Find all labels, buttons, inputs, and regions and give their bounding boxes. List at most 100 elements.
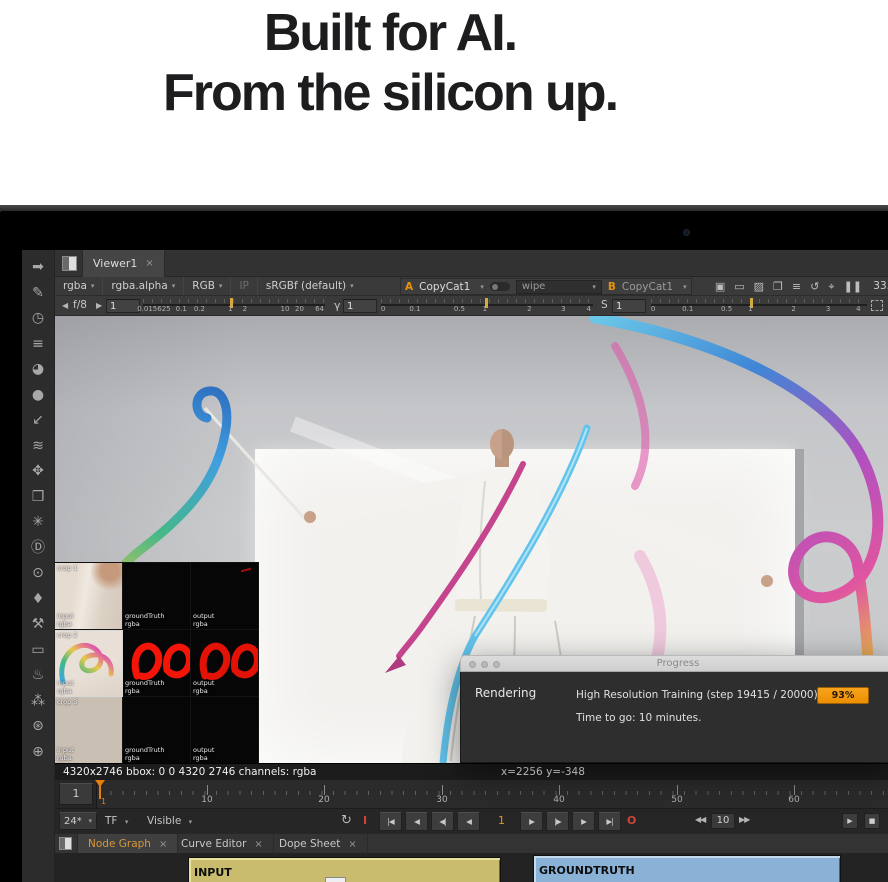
bottom-tabbar: Node Graph × Curve Editor × Dope Sheet ×: [55, 833, 888, 853]
cell-label: outputrgba: [193, 679, 214, 695]
wipe-mode-dropdown[interactable]: wipe ▾: [516, 280, 602, 294]
format-center-icon[interactable]: ▭: [734, 280, 744, 293]
deep-menu-icon[interactable]: Ⓓ: [30, 540, 47, 556]
display-window-icon[interactable]: ▣: [715, 280, 725, 293]
progress-eta-text: Time to go: 10 minutes.: [576, 712, 701, 724]
node-dot[interactable]: [325, 877, 346, 882]
other-menu-icon[interactable]: ▭: [30, 642, 47, 658]
alpha-channel-dropdown[interactable]: rgba.alpha ▾: [103, 277, 183, 295]
display-channel-dropdown[interactable]: RGB ▾: [184, 277, 230, 295]
tab-close-icon[interactable]: ×: [159, 839, 167, 850]
crop-row-3: crop 3 inputrgba groundTruthrgba outputr…: [55, 697, 259, 763]
progress-titlebar[interactable]: Progress: [460, 655, 888, 672]
saturation-label: S: [601, 299, 608, 311]
prev-keyframe-button[interactable]: ◀: [405, 812, 428, 831]
layer-list-icon[interactable]: ≡: [792, 280, 801, 293]
webcam-dot: [683, 229, 690, 236]
gamma-input[interactable]: 1: [343, 299, 377, 313]
go-end-button[interactable]: ▶|: [598, 812, 621, 831]
play-backward-button[interactable]: ◀: [457, 812, 480, 831]
cell-label: inputrgba: [57, 612, 74, 628]
tab-viewer1[interactable]: Viewer1 ×: [82, 250, 165, 277]
zoom-region-icon[interactable]: [871, 300, 883, 311]
sparkles-menu-icon[interactable]: ⁂: [30, 693, 47, 709]
wipe-toggle[interactable]: [490, 282, 510, 291]
tab-close-icon[interactable]: ×: [254, 839, 262, 850]
image-menu-icon[interactable]: ➡: [30, 259, 47, 275]
gain-next-button[interactable]: ▶: [96, 301, 102, 310]
play-forward-button[interactable]: ▶: [520, 812, 543, 831]
metadata-menu-icon[interactable]: ♦: [30, 591, 47, 607]
b-input-dropdown[interactable]: CopyCat1: [622, 281, 673, 293]
timeline-ruler[interactable]: 10 20 30 40 50 60 1: [96, 780, 888, 808]
out-point-button[interactable]: O: [627, 814, 636, 827]
framerate-value: 24*: [64, 816, 82, 827]
flame-menu-icon[interactable]: ♨: [30, 667, 47, 683]
node-groundtruth[interactable]: GROUNDTRUTH: [533, 855, 841, 882]
settings-menu-icon[interactable]: ⊕: [30, 744, 47, 760]
proxy-mode-icon[interactable]: ▨: [754, 280, 764, 293]
gamma-tick: 1: [483, 305, 487, 313]
gain-compare-icon[interactable]: ❐: [773, 280, 783, 293]
frame-increment-field[interactable]: 10: [711, 813, 735, 829]
a-input-dropdown[interactable]: CopyCat1: [419, 281, 470, 293]
draw-menu-icon[interactable]: ✎: [30, 285, 47, 301]
tf-dropdown[interactable]: TF ▾: [105, 815, 128, 827]
visible-dropdown[interactable]: Visible ▾: [147, 815, 192, 827]
channels-value: rgba: [63, 280, 87, 292]
skip-back-button[interactable]: ◀◀: [695, 815, 705, 824]
roi-icon[interactable]: ⌖: [828, 280, 834, 294]
channels-dropdown[interactable]: rgba ▾: [55, 277, 102, 295]
crop-title: crop 2: [57, 631, 77, 639]
particles-menu-icon[interactable]: ✳: [30, 514, 47, 530]
filter-menu-icon[interactable]: ●: [30, 387, 47, 403]
input-process-toggle[interactable]: IP: [231, 277, 256, 295]
cell-label: groundTruthrgba: [125, 746, 164, 762]
viewer-tabbar: Viewer1 ×: [55, 250, 888, 277]
next-keyframe-button[interactable]: ▶: [572, 812, 595, 831]
hero-line-2: From the silicon up.: [0, 62, 780, 124]
in-point-button[interactable]: I: [363, 814, 367, 827]
tab-dope-sheet[interactable]: Dope Sheet ×: [269, 834, 368, 854]
skip-forward-button[interactable]: ▶▶: [739, 815, 749, 824]
timeline-major-tick: [559, 785, 560, 795]
cell-label: outputrgba: [193, 746, 214, 762]
render-stop-button[interactable]: ■: [864, 813, 880, 829]
gamma-slider[interactable]: 0 0.1 0.5 1 2 3 4: [381, 296, 593, 316]
node-graph-panel[interactable]: INPUT GROUNDTRUTH: [55, 853, 888, 882]
gain-prev-button[interactable]: ◀: [62, 301, 68, 310]
toolsets-menu-icon[interactable]: ⚒: [30, 616, 47, 632]
time-menu-icon[interactable]: ◷: [30, 310, 47, 326]
channel-menu-icon[interactable]: ≡: [30, 336, 47, 352]
framerate-dropdown[interactable]: 24* ▾: [59, 812, 97, 830]
color-menu-icon[interactable]: ◕: [30, 361, 47, 377]
cattery-menu-icon[interactable]: ⊛: [30, 718, 47, 734]
transform-menu-icon[interactable]: ✥: [30, 463, 47, 479]
fstop-label: f/8: [73, 299, 87, 311]
go-start-button[interactable]: |◀: [379, 812, 402, 831]
flipbook-play-button[interactable]: ▶: [842, 813, 858, 829]
saturation-input[interactable]: 1: [612, 299, 646, 313]
refresh-icon[interactable]: ↺: [810, 280, 819, 293]
lut-dropdown[interactable]: sRGBf (default) ▾: [258, 277, 362, 295]
views-menu-icon[interactable]: ⊙: [30, 565, 47, 581]
step-back-button[interactable]: ◀|: [431, 812, 454, 831]
gain-slider[interactable]: 0.015625 0.1 0.2 1 2 10 20 64: [143, 296, 325, 316]
merge-menu-icon[interactable]: ≋: [30, 438, 47, 454]
tab-node-graph[interactable]: Node Graph ×: [77, 834, 178, 854]
pause-icon[interactable]: ❚❚: [844, 280, 862, 293]
loop-mode-icon[interactable]: ↻: [341, 813, 352, 828]
threed-menu-icon[interactable]: ❒: [30, 489, 47, 505]
tab-close-icon[interactable]: ×: [145, 258, 153, 269]
tab-curve-editor[interactable]: Curve Editor ×: [171, 834, 274, 854]
pane-split-icon[interactable]: [59, 837, 72, 850]
step-forward-button[interactable]: |▶: [546, 812, 569, 831]
pane-split-icon[interactable]: [62, 256, 77, 271]
keyer-menu-icon[interactable]: ↙: [30, 412, 47, 428]
timeline-major-tick: [207, 785, 208, 795]
chevron-down-icon: ▾: [592, 283, 596, 291]
current-frame-field[interactable]: 1: [59, 783, 93, 805]
saturation-slider[interactable]: 0 0.1 0.5 1 2 3 4: [651, 296, 867, 316]
tab-close-icon[interactable]: ×: [348, 839, 356, 850]
gain-input[interactable]: 1: [106, 299, 140, 313]
